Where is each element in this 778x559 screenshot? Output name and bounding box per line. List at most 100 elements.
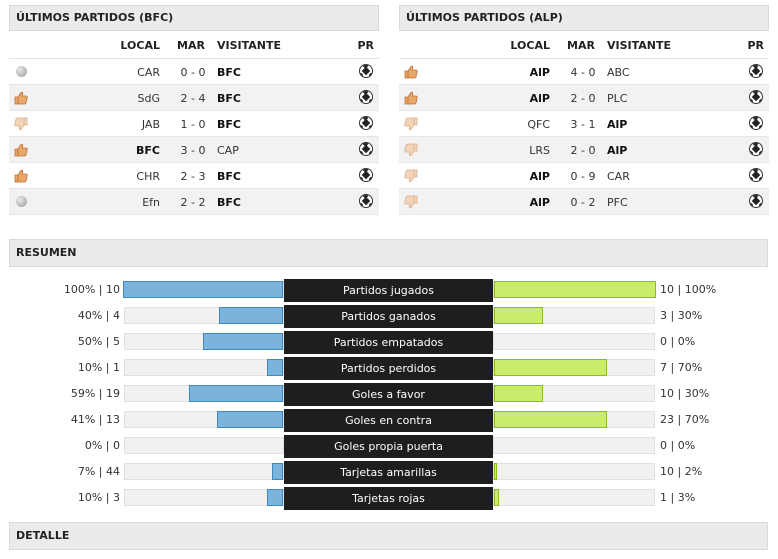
match-row[interactable]: AlP 0 - 9 CAR — [399, 163, 769, 189]
local-team[interactable]: LRS — [529, 144, 550, 157]
right-stat-value: 10 | 100% — [660, 283, 717, 296]
score[interactable]: 0 - 9 — [567, 170, 599, 183]
soccer-ball-icon[interactable] — [749, 142, 763, 156]
right-stat-value: 1 | 3% — [660, 491, 696, 504]
soccer-ball-icon[interactable] — [749, 90, 763, 104]
local-team[interactable]: BFC — [136, 144, 160, 157]
visiting-team[interactable]: BFC — [217, 92, 241, 105]
score[interactable]: 2 - 4 — [177, 92, 209, 105]
right-stat-bar-track — [493, 333, 655, 350]
score[interactable]: 3 - 1 — [567, 118, 599, 131]
match-row[interactable]: QFC 3 - 1 AlP — [399, 111, 769, 137]
left-stat-bar-track — [124, 437, 284, 454]
score[interactable]: 2 - 3 — [177, 170, 209, 183]
visiting-team[interactable]: BFC — [217, 196, 241, 209]
match-row[interactable]: CHR 2 - 3 BFC — [9, 163, 379, 189]
stat-row: 7% | 44 Tarjetas amarillas 10 | 2% — [0, 461, 778, 484]
score[interactable]: 4 - 0 — [567, 66, 599, 79]
local-team[interactable]: Efn — [142, 196, 160, 209]
visiting-team[interactable]: PLC — [607, 92, 627, 105]
soccer-ball-icon[interactable] — [359, 90, 373, 104]
match-row[interactable]: AlP 4 - 0 ABC — [399, 59, 769, 85]
match-list: AlP 4 - 0 ABC AlP 2 - 0 PLC QFC 3 - 1 AlP LRS 2 - … — [399, 59, 769, 215]
visiting-team[interactable]: ABC — [607, 66, 630, 79]
left-stat-value: 100% | 10 — [63, 283, 120, 296]
local-team[interactable]: AlP — [530, 66, 550, 79]
match-row[interactable]: Efn 2 - 2 BFC — [9, 189, 379, 215]
score[interactable]: 3 - 0 — [177, 144, 209, 157]
local-team[interactable]: CHR — [136, 170, 160, 183]
right-stat-bar-track — [493, 281, 656, 298]
visiting-team[interactable]: BFC — [217, 66, 241, 79]
panel-title: ÚLTIMOS PARTIDOS (BFC) — [9, 5, 379, 31]
resumen-header[interactable]: RESUMEN — [9, 239, 768, 267]
match-row[interactable]: JAB 1 - 0 BFC — [9, 111, 379, 137]
visiting-team[interactable]: AlP — [607, 118, 627, 131]
right-stat-bar — [494, 489, 499, 506]
score[interactable]: 2 - 0 — [567, 144, 599, 157]
visiting-team[interactable]: CAP — [217, 144, 239, 157]
stat-row: 50% | 5 Partidos empatados 0 | 0% — [0, 331, 778, 354]
visiting-team[interactable]: CAR — [607, 170, 630, 183]
grey-dot-icon — [13, 64, 29, 80]
panel-title: ÚLTIMOS PARTIDOS (ALP) — [399, 5, 769, 31]
score[interactable]: 0 - 2 — [567, 196, 599, 209]
left-stat-bar-track — [124, 411, 284, 428]
match-row[interactable]: AlP 0 - 2 PFC — [399, 189, 769, 215]
local-team[interactable]: CAR — [137, 66, 160, 79]
match-row[interactable]: BFC 3 - 0 CAP — [9, 137, 379, 163]
detalle-header[interactable]: DETALLE — [9, 522, 768, 550]
visiting-team[interactable]: PFC — [607, 196, 628, 209]
score[interactable]: 0 - 0 — [177, 66, 209, 79]
visiting-team[interactable]: BFC — [217, 170, 241, 183]
right-stat-value: 23 | 70% — [660, 413, 710, 426]
soccer-ball-icon[interactable] — [749, 194, 763, 208]
score[interactable]: 2 - 0 — [567, 92, 599, 105]
local-team[interactable]: AlP — [530, 196, 550, 209]
soccer-ball-icon[interactable] — [359, 116, 373, 130]
thumbs-down-icon — [403, 194, 419, 210]
soccer-ball-icon[interactable] — [359, 142, 373, 156]
right-stat-bar-track — [493, 411, 655, 428]
stat-label: Goles en contra — [284, 409, 493, 432]
score[interactable]: 2 - 2 — [177, 196, 209, 209]
match-row[interactable]: LRS 2 - 0 AlP — [399, 137, 769, 163]
thumbs-up-icon — [403, 90, 419, 106]
soccer-ball-icon[interactable] — [359, 64, 373, 78]
visiting-team[interactable]: AlP — [607, 144, 627, 157]
header-pr: PR — [747, 39, 764, 52]
local-team[interactable]: JAB — [142, 118, 160, 131]
header-local: LOCAL — [120, 39, 160, 52]
left-stat-bar — [123, 281, 283, 298]
soccer-ball-icon[interactable] — [359, 194, 373, 208]
left-stat-value: 41% | 13 — [70, 413, 120, 426]
right-stat-bar-track — [493, 437, 655, 454]
visiting-team[interactable]: BFC — [217, 118, 241, 131]
right-stat-bar — [494, 281, 656, 298]
score[interactable]: 1 - 0 — [177, 118, 209, 131]
table-header: LOCAL MAR VISITANTE PR — [9, 31, 379, 59]
stat-row: 40% | 4 Partidos ganados 3 | 30% — [0, 305, 778, 328]
soccer-ball-icon[interactable] — [749, 64, 763, 78]
local-team[interactable]: AlP — [530, 170, 550, 183]
local-team[interactable]: AlP — [530, 92, 550, 105]
local-team[interactable]: QFC — [527, 118, 550, 131]
stat-label: Partidos empatados — [284, 331, 493, 354]
local-team[interactable]: SdG — [138, 92, 161, 105]
grey-dot-icon — [13, 194, 29, 210]
soccer-ball-icon[interactable] — [749, 168, 763, 182]
stat-label: Goles propia puerta — [284, 435, 493, 458]
stat-label: Partidos ganados — [284, 305, 493, 328]
match-row[interactable]: AlP 2 - 0 PLC — [399, 85, 769, 111]
right-stat-value: 3 | 30% — [660, 309, 703, 322]
soccer-ball-icon[interactable] — [749, 116, 763, 130]
left-stat-bar — [267, 489, 283, 506]
right-stat-bar-track — [493, 385, 655, 402]
match-row[interactable]: CAR 0 - 0 BFC — [9, 59, 379, 85]
thumbs-up-icon — [13, 90, 29, 106]
left-stat-value: 40% | 4 — [77, 309, 120, 322]
left-stat-bar — [272, 463, 283, 480]
thumbs-up-icon — [403, 64, 419, 80]
soccer-ball-icon[interactable] — [359, 168, 373, 182]
match-row[interactable]: SdG 2 - 4 BFC — [9, 85, 379, 111]
